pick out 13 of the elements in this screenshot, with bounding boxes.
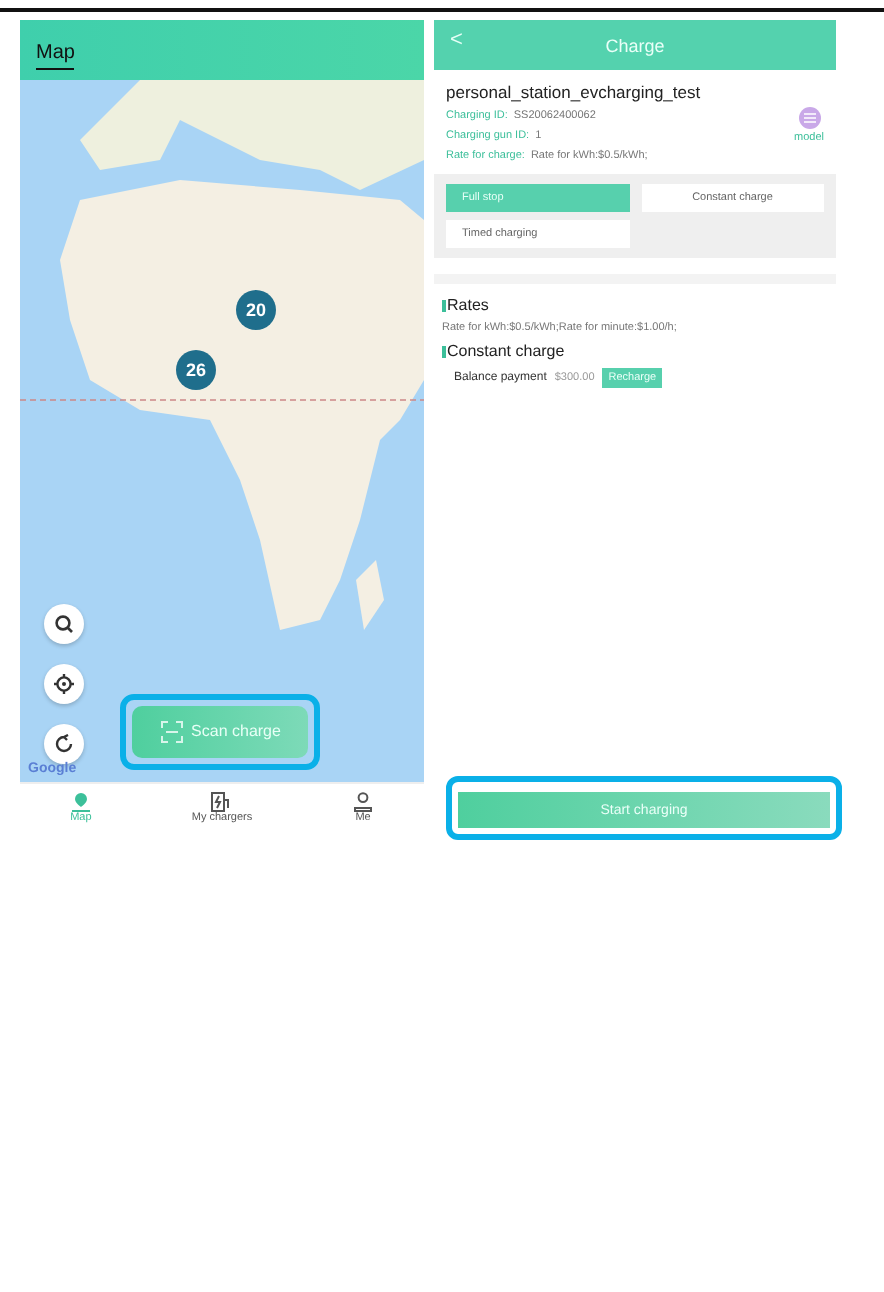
search-icon — [54, 613, 74, 634]
crosshair-icon — [54, 673, 74, 694]
section-heading: Rates — [447, 296, 489, 314]
person-icon — [352, 791, 375, 812]
refresh-icon — [54, 733, 74, 754]
station-name: personal_station_evcharging_test — [446, 82, 703, 102]
screen-title: Map — [36, 41, 75, 70]
model-icon — [797, 106, 821, 130]
section-heading: Constant charge — [447, 342, 565, 360]
charger-icon — [210, 791, 233, 812]
screen-title: Charge — [605, 35, 665, 55]
scan-icon — [159, 719, 184, 744]
map-pin-icon — [69, 791, 92, 812]
